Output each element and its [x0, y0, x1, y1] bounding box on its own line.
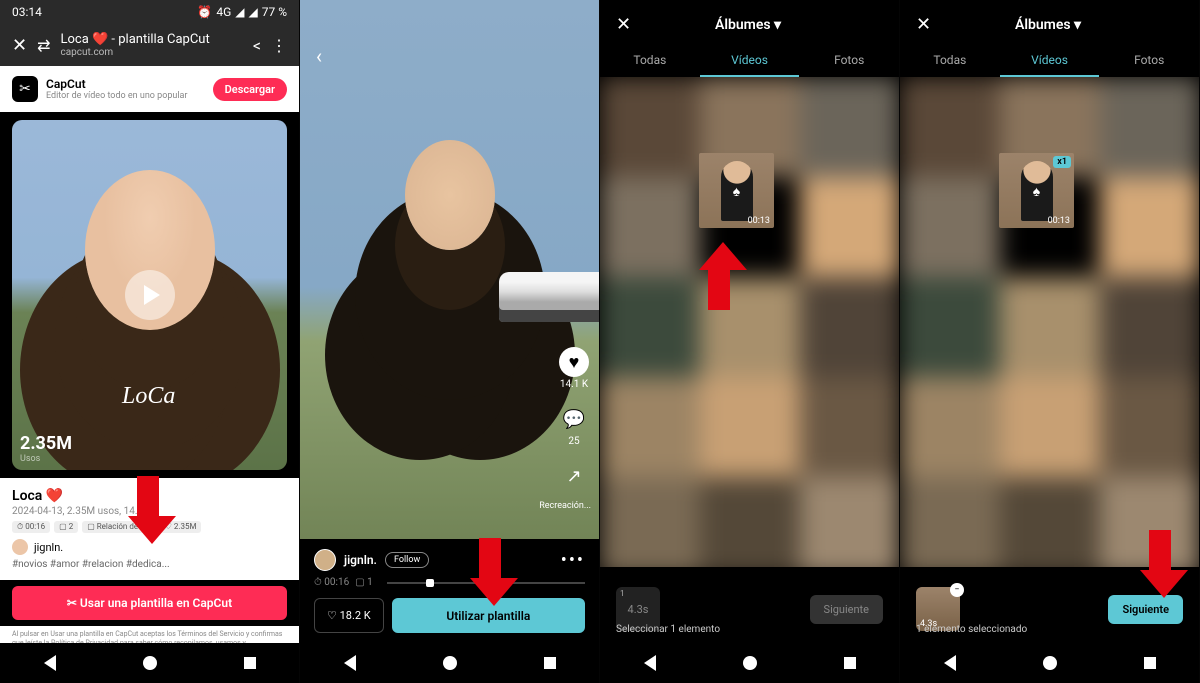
recents-nav-icon[interactable]: [244, 657, 256, 669]
home-nav-icon[interactable]: [743, 656, 757, 670]
uses-label: Usos: [20, 454, 40, 464]
next-button[interactable]: Siguiente: [810, 595, 883, 624]
album-header: ✕ Álbumes ▾: [600, 0, 899, 45]
app-banner: ✂ CapCut Editor de vídeo todo en uno pop…: [0, 66, 299, 112]
tutorial-arrow-1: [128, 476, 168, 546]
download-button[interactable]: Descargar: [213, 78, 287, 101]
android-nav: [0, 643, 299, 683]
side-actions: ♥ 14.1 K 💬 25 ↗: [559, 347, 589, 491]
video-thumbnail-selected[interactable]: ♠ 00:13 x1: [999, 153, 1074, 228]
comment-icon[interactable]: 💬: [559, 404, 589, 434]
lte-icon: 4G: [216, 5, 231, 19]
use-template-web-button[interactable]: ✂ Usar una plantilla en CapCut: [12, 586, 287, 620]
app-desc: Editor de vídeo todo en uno popular: [46, 91, 205, 101]
tab-videos[interactable]: Vídeos: [700, 45, 800, 77]
uses-count: 2.35M: [20, 433, 72, 454]
android-nav: [300, 643, 599, 683]
author-avatar[interactable]: [314, 549, 336, 571]
more-icon[interactable]: ⋮: [271, 36, 287, 55]
tab-photos[interactable]: Fotos: [1099, 45, 1199, 77]
app-name: CapCut: [46, 77, 205, 91]
slot-number: 1: [620, 589, 625, 598]
capcut-icon: ✂: [67, 596, 77, 610]
recreation-label: Recreación...: [539, 501, 591, 511]
wifi-icon: ◢: [235, 5, 244, 19]
status-bar: 03:14 ⏰ 4G ◢ ◢ 77 %: [0, 0, 299, 24]
back-nav-icon[interactable]: [344, 655, 356, 671]
author-name[interactable]: jignln.: [344, 553, 377, 567]
slot-duration: 4.3s: [628, 603, 649, 616]
template-clip-count: ▢ 1: [355, 577, 373, 588]
close-icon[interactable]: ✕: [916, 14, 931, 35]
follow-button[interactable]: Follow: [385, 552, 429, 568]
tab-photos[interactable]: Fotos: [799, 45, 899, 77]
media-grid: ♠ 00:13: [600, 77, 899, 567]
tutorial-arrow-3: [699, 242, 739, 312]
close-icon[interactable]: ✕: [616, 14, 631, 35]
signal-icon: ◢: [249, 5, 258, 19]
alarm-icon: ⏰: [197, 5, 212, 19]
like-count: 14.1 K: [560, 379, 588, 390]
author-avatar: [12, 539, 28, 555]
page-title: Loca ❤️ - plantilla CapCut: [61, 32, 243, 47]
recents-nav-icon[interactable]: [1144, 657, 1156, 669]
home-nav-icon[interactable]: [143, 656, 157, 670]
video-duration: 00:13: [1048, 216, 1070, 226]
more-icon[interactable]: •••: [561, 550, 585, 571]
back-nav-icon[interactable]: [44, 655, 56, 671]
back-icon[interactable]: ‹: [316, 44, 322, 68]
media-tabs: Todas Vídeos Fotos: [600, 45, 899, 77]
chip-clips: ▢ 2: [54, 521, 78, 533]
clock: 03:14: [12, 5, 42, 19]
home-nav-icon[interactable]: [1043, 656, 1057, 670]
media-grid: ♠ 00:13 x1: [900, 77, 1199, 567]
albums-dropdown[interactable]: Álbumes ▾: [941, 17, 1155, 33]
author-name: jignln.: [34, 541, 63, 554]
hashtags: #novios #amor #relacion #dedica...: [12, 559, 287, 570]
share-icon[interactable]: <: [253, 36, 261, 55]
close-icon[interactable]: ✕: [12, 35, 27, 56]
like-icon[interactable]: ♥: [559, 347, 589, 377]
overlay-text: LoCa: [122, 383, 175, 410]
tutorial-arrow-4: [1140, 530, 1180, 600]
browser-header: ✕ ⇄ Loca ❤️ - plantilla CapCut capcut.co…: [0, 24, 299, 66]
home-nav-icon[interactable]: [443, 656, 457, 670]
capcut-logo-icon: ✂: [12, 76, 38, 102]
chip-duration: ⏱ 00:16: [12, 521, 50, 533]
page-url: capcut.com: [61, 47, 243, 58]
tab-all[interactable]: Todas: [900, 45, 1000, 77]
play-icon[interactable]: [125, 270, 175, 320]
tutorial-arrow-2: [470, 538, 510, 608]
video-duration: 00:13: [748, 216, 770, 226]
screen-1-webpage: 03:14 ⏰ 4G ◢ ◢ 77 % ✕ ⇄ Loca ❤️ - planti…: [0, 0, 300, 683]
video-thumbnail[interactable]: ♠ 00:13: [699, 153, 774, 228]
screen-3-album-select: ✕ Álbumes ▾ Todas Vídeos Fotos ♠ 00:13 1…: [600, 0, 900, 683]
comment-count: 25: [568, 436, 579, 447]
recents-nav-icon[interactable]: [544, 657, 556, 669]
android-nav: [900, 643, 1199, 683]
back-nav-icon[interactable]: [644, 655, 656, 671]
screen-2-capcut-template: ‹ ♥ 14.1 K 💬 25 ↗ Recreación... jignln. …: [300, 0, 600, 683]
status-icons: ⏰ 4G ◢ ◢ 77 %: [197, 5, 287, 19]
swap-icon[interactable]: ⇄: [37, 36, 50, 55]
template-preview[interactable]: LoCa 2.35M Usos: [12, 120, 287, 470]
template-duration: ⏱ 00:16: [314, 577, 349, 588]
template-bottom-bar: jignln. Follow ••• ⏱ 00:16 ▢ 1 ♡ 18.2 K …: [300, 539, 599, 643]
recents-nav-icon[interactable]: [844, 657, 856, 669]
tab-all[interactable]: Todas: [600, 45, 700, 77]
back-nav-icon[interactable]: [944, 655, 956, 671]
bookmark-button[interactable]: ♡ 18.2 K: [314, 598, 384, 633]
tab-videos[interactable]: Vídeos: [1000, 45, 1100, 77]
selection-status: 1 elemento seleccionado: [916, 624, 1027, 635]
share-icon[interactable]: ↗: [559, 461, 589, 491]
screen-4-album-selected: ✕ Álbumes ▾ Todas Vídeos Fotos ♠ 00:13 x…: [900, 0, 1200, 683]
selection-badge: x1: [1053, 156, 1071, 168]
select-prompt: Seleccionar 1 elemento: [616, 624, 720, 635]
remove-clip-icon[interactable]: −: [950, 583, 964, 597]
album-header: ✕ Álbumes ▾: [900, 0, 1199, 45]
android-nav: [600, 643, 899, 683]
media-tabs: Todas Vídeos Fotos: [900, 45, 1199, 77]
albums-dropdown[interactable]: Álbumes ▾: [641, 17, 855, 33]
battery-label: 77 %: [262, 5, 287, 19]
